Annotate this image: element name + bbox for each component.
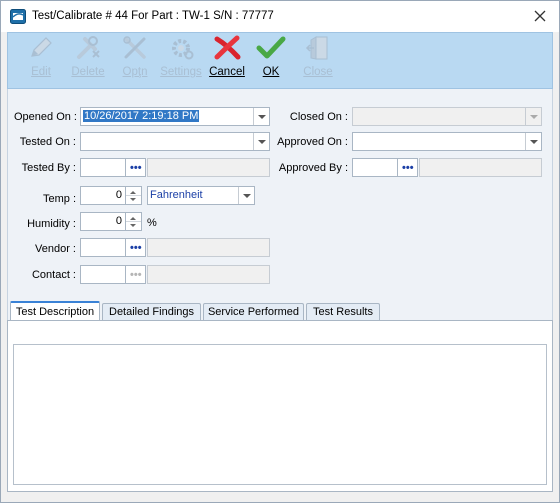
open-label: Opţn [122, 66, 148, 78]
close-label: Close [303, 66, 333, 78]
edit-label: Edit [31, 66, 51, 78]
chevron-down-icon[interactable] [238, 187, 254, 204]
approved-by-label: Approved By : [278, 162, 348, 174]
temp-value: 0 [115, 189, 122, 201]
chevron-down-icon[interactable] [253, 108, 269, 125]
cancel-label: Cancel [209, 66, 245, 78]
delete-label: Delete [71, 66, 105, 78]
tab-panel [7, 320, 553, 492]
tab-test-results[interactable]: Test Results [306, 303, 380, 321]
app-icon [10, 9, 26, 24]
humidity-unit: % [147, 217, 157, 229]
toolbar: Edit Delete Opţn Settings Cancel OK Clos… [7, 32, 553, 89]
calibrate-window: Test/Calibrate # 44 For Part : TW-1 S/N … [0, 0, 560, 503]
spin-up-icon[interactable] [130, 191, 136, 194]
vendor-code-field[interactable] [80, 238, 126, 257]
test-form: Opened On : 10/26/2017 2:19:18 PM Tested… [7, 89, 553, 301]
settings-label: Settings [160, 66, 202, 78]
cancel-button[interactable]: Cancel [206, 35, 248, 87]
temp-spinner[interactable] [126, 186, 142, 205]
approved-by-code-field[interactable] [352, 158, 398, 177]
tab-test-description[interactable]: Test Description [10, 301, 100, 321]
approved-on-field[interactable] [352, 132, 542, 151]
ellipsis-icon: ••• [130, 269, 142, 281]
cancel-x-icon [214, 35, 241, 60]
tools-icon [123, 36, 146, 59]
approved-by-lookup-button[interactable]: ••• [398, 158, 418, 177]
approved-by-name-field [419, 158, 542, 177]
contact-lookup-button: ••• [126, 265, 146, 284]
approved-on-label: Approved On : [277, 136, 348, 148]
tested-by-lookup-button[interactable]: ••• [126, 158, 146, 177]
vendor-lookup-button[interactable]: ••• [126, 238, 146, 257]
ok-button[interactable]: OK [254, 35, 288, 87]
contact-label: Contact : [31, 269, 76, 281]
tested-by-label: Tested By : [21, 162, 76, 174]
spin-down-icon[interactable] [130, 224, 136, 227]
ellipsis-icon: ••• [130, 242, 142, 254]
temp-input[interactable]: 0 [80, 186, 126, 205]
tested-by-code-field[interactable] [80, 158, 126, 177]
opened-on-field[interactable]: 10/26/2017 2:19:18 PM [80, 107, 270, 126]
ok-check-icon [256, 36, 286, 59]
contact-code-field[interactable] [80, 265, 126, 284]
title-bar: Test/Calibrate # 44 For Part : TW-1 S/N … [1, 1, 559, 32]
tab-strip: Test Description Detailed Findings Servi… [7, 301, 553, 321]
vendor-label: Vendor : [35, 243, 76, 255]
opened-on-label: Opened On : [14, 111, 77, 123]
humidity-label: Humidity : [27, 218, 76, 230]
temp-unit-value: Fahrenheit [150, 189, 203, 201]
tested-on-label: Tested On : [19, 136, 76, 148]
closed-on-field [352, 107, 542, 126]
opened-on-value: 10/26/2017 2:19:18 PM [83, 110, 200, 122]
settings-button[interactable]: Settings [156, 35, 206, 87]
tested-on-field[interactable] [80, 132, 270, 151]
wrench-delete-icon [77, 36, 100, 59]
ellipsis-icon: ••• [402, 162, 414, 174]
gear-icon [172, 39, 194, 60]
spin-down-icon[interactable] [130, 198, 136, 201]
temp-unit-select[interactable]: Fahrenheit [147, 186, 255, 205]
chevron-down-icon[interactable] [525, 133, 541, 150]
close-button[interactable]: Close [300, 35, 336, 87]
open-button[interactable]: Opţn [116, 35, 154, 87]
chevron-down-icon [525, 108, 541, 125]
tab-detailed-findings[interactable]: Detailed Findings [102, 303, 201, 321]
delete-button[interactable]: Delete [66, 35, 110, 87]
test-description-editor[interactable] [13, 344, 547, 485]
tested-by-name-field [147, 158, 270, 177]
tab-service-performed[interactable]: Service Performed [203, 303, 304, 321]
humidity-value: 0 [115, 215, 122, 227]
door-exit-icon [305, 36, 328, 60]
chevron-down-icon[interactable] [253, 133, 269, 150]
humidity-spinner[interactable] [126, 212, 142, 231]
contact-name-field [147, 265, 270, 284]
pencil-icon [31, 37, 52, 57]
vendor-name-field [147, 238, 270, 257]
humidity-input[interactable]: 0 [80, 212, 126, 231]
closed-on-label: Closed On : [289, 111, 348, 123]
spin-up-icon[interactable] [130, 217, 136, 220]
ok-label: OK [262, 66, 280, 78]
temp-label: Temp : [42, 193, 76, 205]
edit-button[interactable]: Edit [22, 35, 60, 87]
close-icon[interactable] [529, 5, 551, 27]
window-footer [1, 492, 559, 502]
ellipsis-icon: ••• [130, 162, 142, 174]
window-title: Test/Calibrate # 44 For Part : TW-1 S/N … [32, 10, 274, 22]
